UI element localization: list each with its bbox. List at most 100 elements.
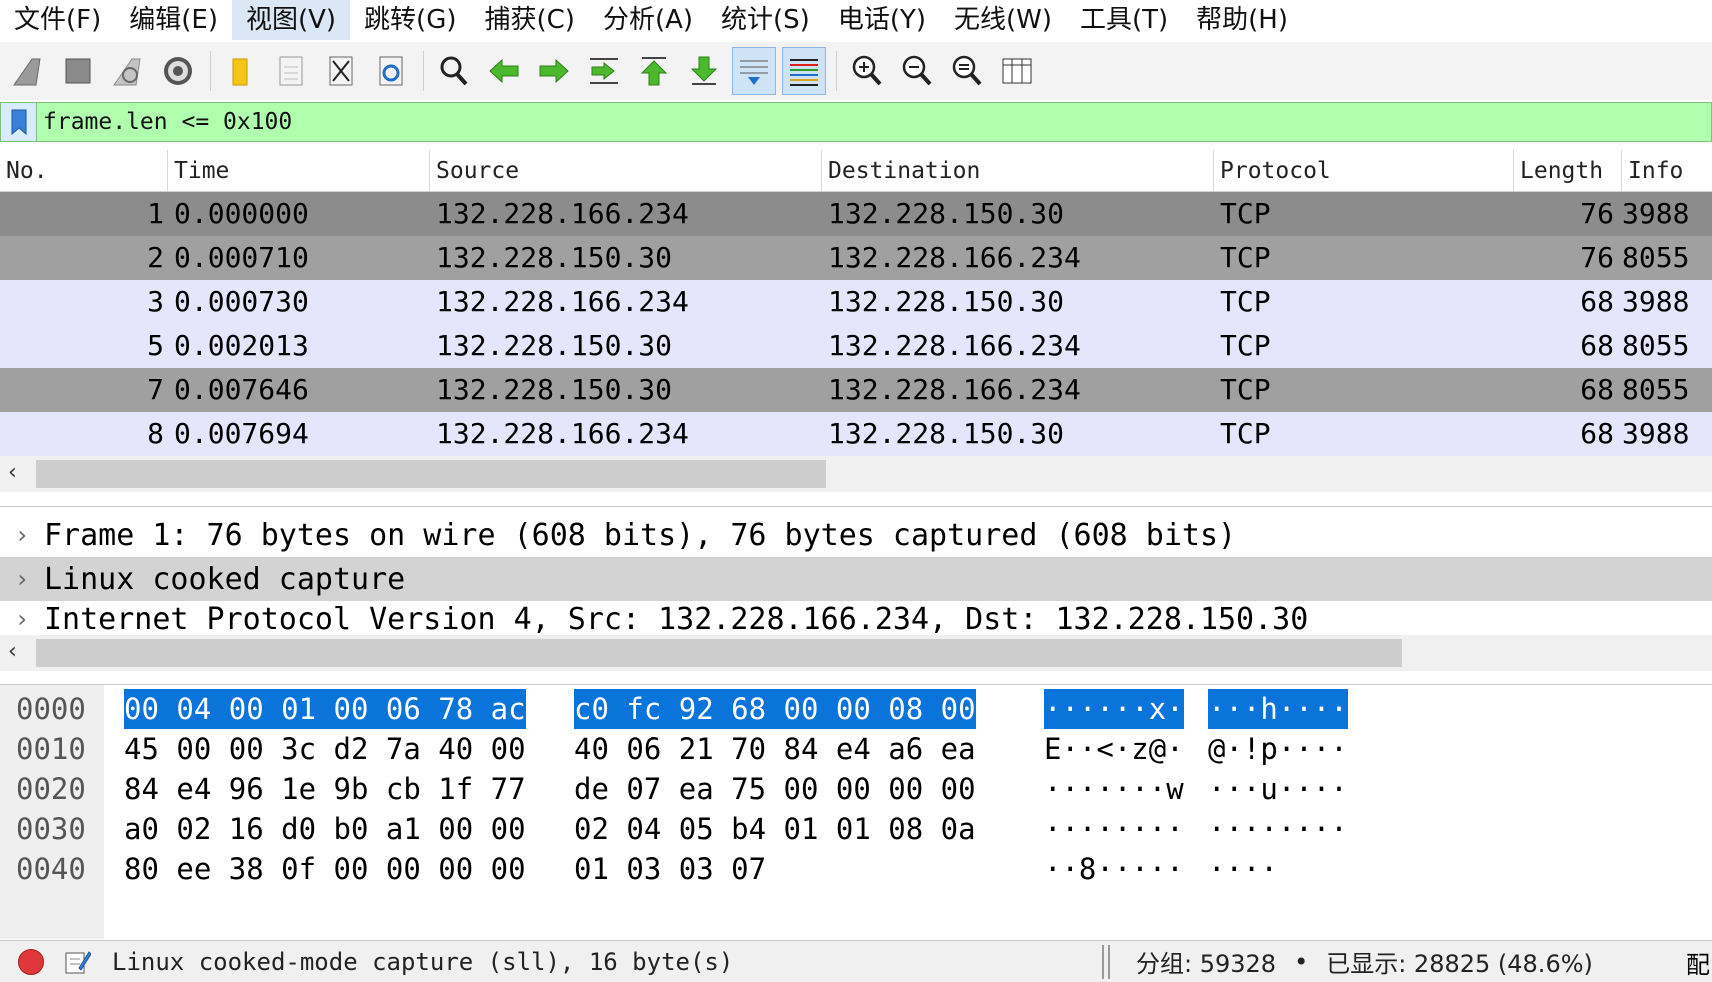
hex-bytes[interactable]: c0 fc 92 68 00 00 08 00 xyxy=(574,689,976,729)
go-last-icon[interactable] xyxy=(682,47,726,95)
ascii-bytes[interactable]: ···· xyxy=(1208,849,1278,889)
chevron-right-icon[interactable]: › xyxy=(0,521,44,549)
close-file-icon[interactable] xyxy=(319,47,363,95)
detail-tree-item[interactable]: › Linux cooked capture xyxy=(0,557,1712,601)
file-icon[interactable] xyxy=(269,47,313,95)
column-header-time[interactable]: Time xyxy=(168,150,430,191)
autoscroll-icon[interactable] xyxy=(732,47,776,95)
chevron-right-icon[interactable]: › xyxy=(0,605,44,633)
menu-view[interactable]: 视图(V) xyxy=(231,0,351,40)
go-to-packet-icon[interactable] xyxy=(582,47,626,95)
zoom-normal-icon[interactable] xyxy=(945,47,989,95)
cell-time: 0.007646 xyxy=(174,373,309,406)
chevron-right-icon[interactable]: › xyxy=(0,565,44,593)
column-header-no[interactable]: No. xyxy=(0,150,168,191)
expert-info-icon[interactable] xyxy=(18,948,44,975)
byte-offset: 0010 xyxy=(16,732,86,766)
hex-bytes[interactable]: 40 06 21 70 84 e4 a6 ea xyxy=(574,729,976,769)
ascii-bytes[interactable]: @·!p···· xyxy=(1208,729,1348,769)
packet-list-header: No. Time Source Destination Protocol Len… xyxy=(0,150,1712,192)
bytes-row[interactable]: 0020 84 e4 96 1e 9b cb 1f 77 de 07 ea 75… xyxy=(0,769,1712,809)
profile-label[interactable]: 配 xyxy=(1686,945,1710,980)
column-header-destination[interactable]: Destination xyxy=(822,150,1214,191)
menu-tools[interactable]: 工具(T) xyxy=(1066,0,1182,40)
menu-capture[interactable]: 捕获(C) xyxy=(470,0,588,40)
packet-list-hscrollbar[interactable]: ‹ xyxy=(0,456,1712,492)
ascii-bytes[interactable]: ··8····· xyxy=(1044,849,1184,889)
cell-source: 132.228.150.30 xyxy=(436,241,673,274)
packet-row[interactable]: 1 0.000000 132.228.166.234 132.228.150.3… xyxy=(0,192,1712,236)
details-hscrollbar[interactable]: ‹ xyxy=(0,635,1712,671)
ascii-bytes[interactable]: ········ xyxy=(1208,809,1348,849)
ascii-bytes[interactable]: ·······w xyxy=(1044,769,1184,809)
bytes-row[interactable]: 0040 80 ee 38 0f 00 00 00 00 01 03 03 07… xyxy=(0,849,1712,889)
scroll-left-icon[interactable]: ‹ xyxy=(8,460,17,485)
scrollbar-thumb[interactable] xyxy=(36,460,826,488)
hex-bytes[interactable]: 00 04 00 01 00 06 78 ac xyxy=(124,689,526,729)
colorize-icon[interactable] xyxy=(782,47,826,95)
menu-file[interactable]: 文件(F) xyxy=(0,0,115,40)
cell-length: 76 xyxy=(1580,197,1614,230)
shark-fin-start-icon[interactable] xyxy=(6,47,50,95)
packet-row[interactable]: 8 0.007694 132.228.166.234 132.228.150.3… xyxy=(0,412,1712,456)
packet-row[interactable]: 2 0.000710 132.228.150.30 132.228.166.23… xyxy=(0,236,1712,280)
status-bar: Linux cooked-mode capture (sll), 16 byte… xyxy=(0,940,1712,982)
go-first-icon[interactable] xyxy=(632,47,676,95)
bytes-row[interactable]: 0030 a0 02 16 d0 b0 a1 00 00 02 04 05 b4… xyxy=(0,809,1712,849)
hex-bytes[interactable]: 84 e4 96 1e 9b cb 1f 77 xyxy=(124,769,526,809)
ascii-bytes[interactable]: ···u···· xyxy=(1208,769,1348,809)
capture-comment-icon[interactable] xyxy=(62,947,92,977)
displayed-count: 已显示: 28825 (48.6%) xyxy=(1326,950,1593,978)
arrow-right-icon[interactable] xyxy=(532,47,576,95)
cell-length: 68 xyxy=(1580,417,1614,450)
detail-tree-item[interactable]: › Frame 1: 76 bytes on wire (608 bits), … xyxy=(0,513,1712,557)
column-header-protocol[interactable]: Protocol xyxy=(1214,150,1514,191)
menu-telephony[interactable]: 电话(Y) xyxy=(824,0,940,40)
search-magnifier-icon[interactable] xyxy=(432,47,476,95)
hex-bytes[interactable]: a0 02 16 d0 b0 a1 00 00 xyxy=(124,809,526,849)
column-header-source[interactable]: Source xyxy=(430,150,822,191)
hex-bytes[interactable]: 45 00 00 3c d2 7a 40 00 xyxy=(124,729,526,769)
resize-columns-icon[interactable] xyxy=(995,47,1039,95)
hex-bytes[interactable]: 01 03 03 07 xyxy=(574,849,766,889)
byte-offset: 0020 xyxy=(16,772,86,806)
packet-row[interactable]: 3 0.000730 132.228.166.234 132.228.150.3… xyxy=(0,280,1712,324)
hex-bytes[interactable]: de 07 ea 75 00 00 00 00 xyxy=(574,769,976,809)
reload-icon[interactable] xyxy=(369,47,413,95)
column-header-info[interactable]: Info xyxy=(1622,150,1712,191)
packet-row[interactable]: 7 0.007646 132.228.150.30 132.228.166.23… xyxy=(0,368,1712,412)
zoom-in-icon[interactable] xyxy=(845,47,889,95)
hex-bytes[interactable]: 80 ee 38 0f 00 00 00 00 xyxy=(124,849,526,889)
ascii-bytes[interactable]: ········ xyxy=(1044,809,1184,849)
scroll-left-icon[interactable]: ‹ xyxy=(8,639,17,664)
cell-no: 2 xyxy=(147,241,164,274)
bookmark-icon[interactable] xyxy=(1,103,37,141)
ascii-bytes[interactable]: E··<·z@· xyxy=(1044,729,1184,769)
cell-protocol: TCP xyxy=(1220,417,1271,450)
column-header-length[interactable]: Length xyxy=(1514,150,1622,191)
ascii-bytes[interactable]: ···h···· xyxy=(1208,689,1348,729)
detail-tree-label: Linux cooked capture xyxy=(44,561,406,597)
menu-go[interactable]: 跳转(G) xyxy=(350,0,470,40)
bytes-row[interactable]: 0010 45 00 00 3c d2 7a 40 00 40 06 21 70… xyxy=(0,729,1712,769)
cell-length: 68 xyxy=(1580,373,1614,406)
hex-bytes[interactable]: 02 04 05 b4 01 01 08 0a xyxy=(574,809,976,849)
menu-edit[interactable]: 编辑(E) xyxy=(115,0,232,40)
menu-statistics[interactable]: 统计(S) xyxy=(707,0,824,40)
status-separator xyxy=(1108,944,1110,979)
display-filter-input[interactable]: frame.len <= 0x100 xyxy=(37,109,292,135)
ascii-bytes[interactable]: ······x· xyxy=(1044,689,1184,729)
folder-open-icon[interactable] xyxy=(219,47,263,95)
packet-row[interactable]: 5 0.002013 132.228.150.30 132.228.166.23… xyxy=(0,324,1712,368)
restart-shark-icon[interactable] xyxy=(106,47,150,95)
menu-help[interactable]: 帮助(H) xyxy=(1182,0,1302,40)
menu-analyze[interactable]: 分析(A) xyxy=(589,0,707,40)
stop-square-icon[interactable] xyxy=(56,47,100,95)
zoom-out-icon[interactable] xyxy=(895,47,939,95)
menu-wireless[interactable]: 无线(W) xyxy=(940,0,1066,40)
scrollbar-thumb[interactable] xyxy=(36,639,1402,667)
cell-source: 132.228.150.30 xyxy=(436,329,673,362)
bytes-row[interactable]: 0000 00 04 00 01 00 06 78 ac c0 fc 92 68… xyxy=(0,689,1712,729)
gear-options-icon[interactable] xyxy=(156,47,200,95)
arrow-left-icon[interactable] xyxy=(482,47,526,95)
